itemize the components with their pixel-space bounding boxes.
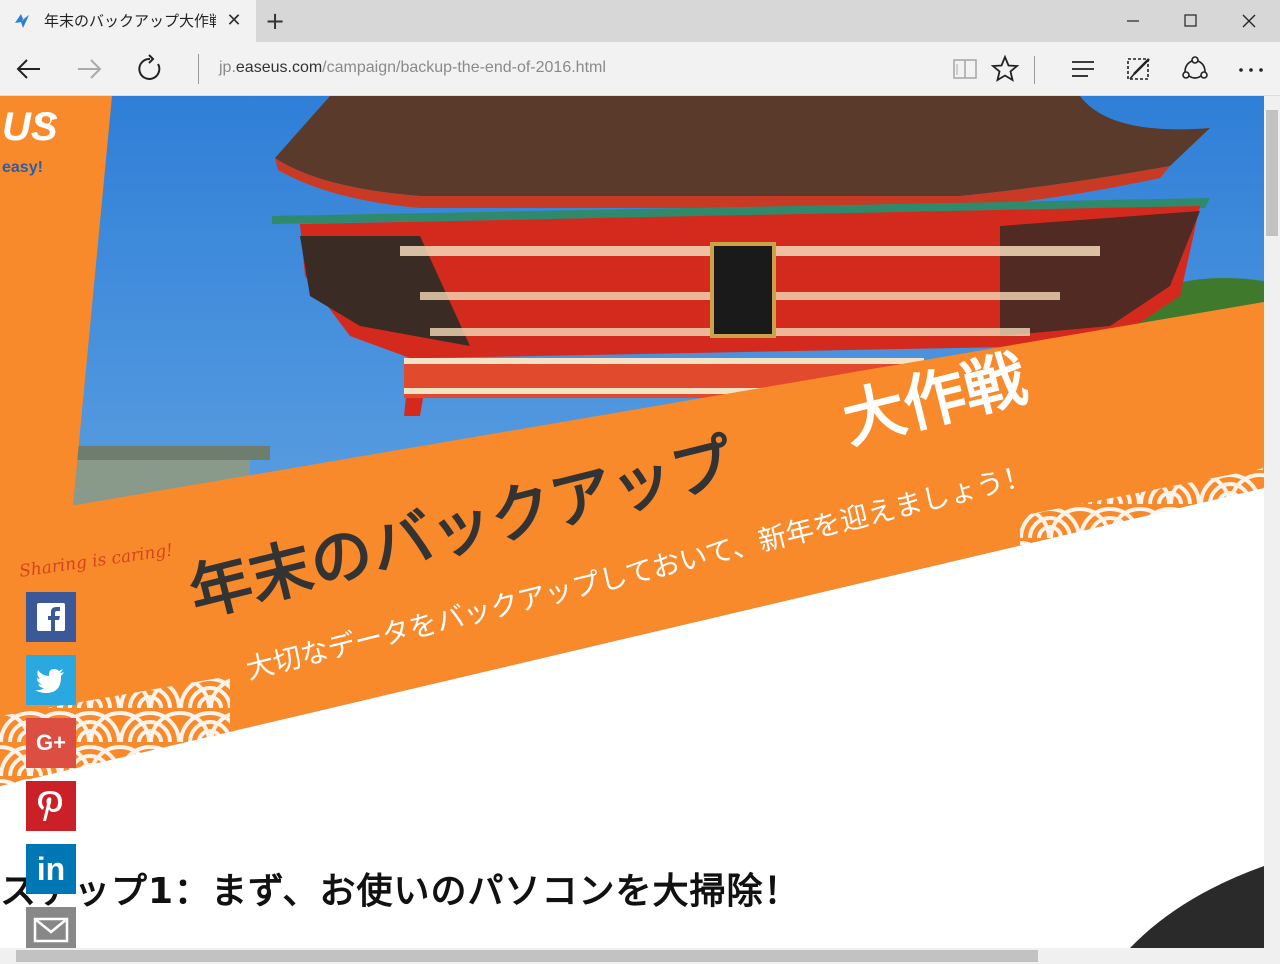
forward-arrow-icon[interactable]: [70, 50, 108, 88]
temple-roof: [275, 96, 1210, 196]
horizontal-scroll-thumb[interactable]: [16, 950, 1038, 962]
navigation-bar: jp.easeus.com/campaign/backup-the-end-of…: [0, 42, 1280, 96]
back-arrow-icon[interactable]: [10, 50, 48, 88]
twitter-icon: [35, 669, 64, 693]
window-close-icon[interactable]: [1220, 0, 1278, 42]
address-url[interactable]: jp.easeus.com/campaign/backup-the-end-of…: [219, 59, 606, 77]
tab-close-icon[interactable]: ✕: [222, 9, 246, 33]
vertical-scroll-thumb[interactable]: [1266, 110, 1278, 236]
browser-tab[interactable]: 年末のバックアップ大作戦 ✕: [0, 0, 256, 42]
minimize-icon[interactable]: [1104, 0, 1162, 42]
favorite-star-icon[interactable]: [986, 50, 1024, 88]
share-icon[interactable]: [1176, 50, 1214, 88]
more-menu-icon[interactable]: [1232, 50, 1270, 88]
pinterest-share-button[interactable]: [26, 781, 76, 831]
temple-plaque: [710, 242, 776, 338]
tab-title: 年末のバックアップ大作戦: [44, 12, 216, 30]
pinterest-icon: [38, 791, 62, 821]
facebook-icon: [37, 603, 65, 631]
hub-icon[interactable]: [1064, 50, 1102, 88]
new-tab-button[interactable]: +: [260, 6, 290, 36]
reading-view-icon[interactable]: [946, 50, 984, 88]
facebook-share-button[interactable]: [26, 592, 76, 642]
logo-tagline: easy!: [2, 159, 43, 176]
linkedin-share-button[interactable]: in: [26, 844, 76, 894]
google-plus-share-button[interactable]: G+: [26, 718, 76, 768]
step-heading: ステップ1：まず、お使いのパソコンを大掃除！: [0, 871, 801, 912]
web-note-icon[interactable]: [1120, 50, 1158, 88]
address-bar[interactable]: jp.easeus.com/campaign/backup-the-end-of…: [198, 54, 938, 84]
toolbar-separator: [1034, 56, 1035, 84]
email-icon: [33, 917, 69, 943]
logo-text: US: [2, 105, 58, 149]
campaign-banner: US easy! 年末のバックアップ 大作戦 大切なデータをバックアップしておい…: [0, 96, 1264, 948]
maximize-icon[interactable]: [1162, 0, 1220, 42]
page-viewport[interactable]: US easy! 年末のバックアップ 大作戦 大切なデータをバックアップしておい…: [0, 96, 1264, 948]
twitter-share-button[interactable]: [26, 655, 76, 705]
title-bar: 年末のバックアップ大作戦 ✕ +: [0, 0, 1280, 42]
easeus-favicon-icon: [15, 14, 29, 28]
refresh-icon[interactable]: [131, 50, 169, 88]
